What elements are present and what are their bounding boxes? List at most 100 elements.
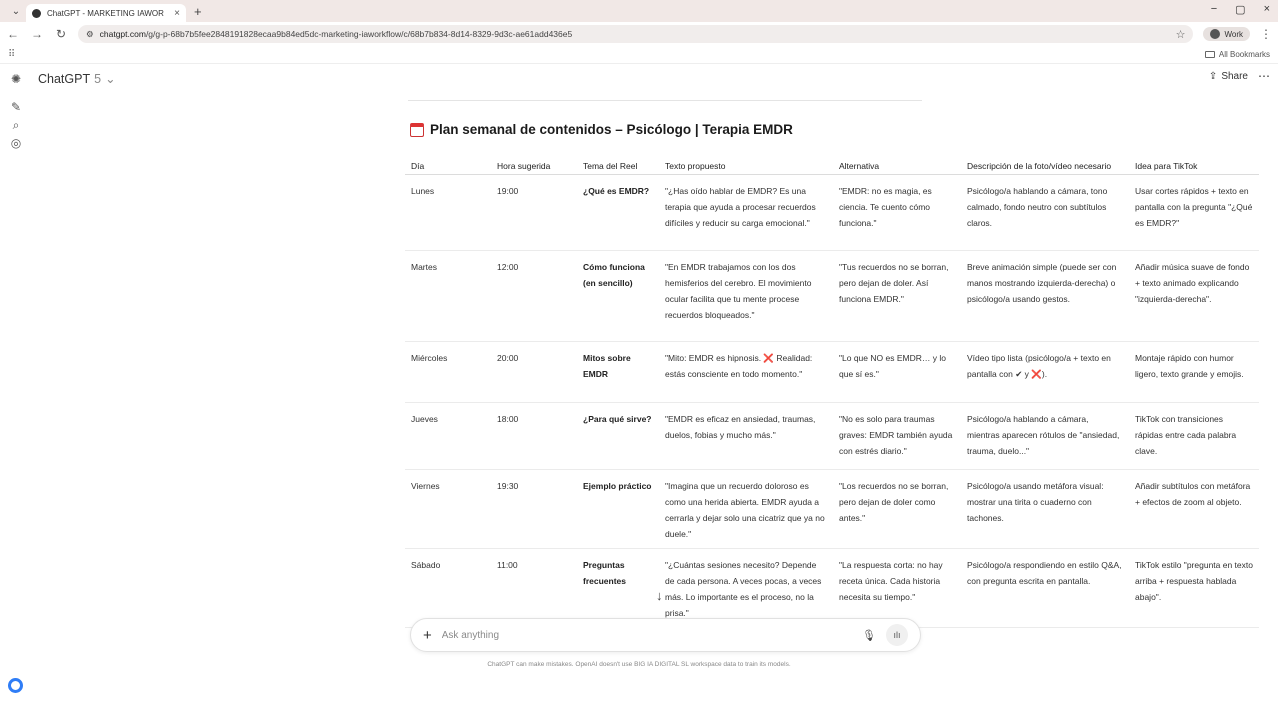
tiktok-cell: TikTok con transiciones rápidas entre ca… [1129,402,1259,470]
model-version: 5 [94,71,102,86]
table-header-row: Día Hora sugerida Tema del Reel Texto pr… [405,148,1259,175]
column-header: Día [405,148,491,175]
day-cell: Miércoles [405,341,491,403]
table-row: Lunes 19:00 ¿Qué es EMDR? "¿Has oído hab… [405,174,1259,251]
all-bookmarks-label: All Bookmarks [1218,50,1270,59]
apps-grid-icon[interactable]: ⠿ [8,49,15,60]
disclaimer: ChatGPT can make mistakes. OpenAI doesn'… [487,661,791,668]
avatar [1210,29,1221,39]
window-controls: − ▢ × [1211,3,1270,16]
alternative-cell: "Lo que NO es EMDR… y lo que sí es." [833,341,961,403]
column-header: Alternativa [833,148,961,175]
scroll-down-arrow-icon[interactable]: ↓ [656,588,663,603]
text-cell: "¿Cuántas sesiones necesito? Depende de … [659,548,833,628]
tiktok-cell: Añadir subtítulos con metáfora + efectos… [1129,469,1259,549]
day-cell: Viernes [405,469,491,549]
day-cell: Jueves [405,402,491,470]
share-icon: ⇪ [1208,71,1218,82]
prompt-input[interactable] [441,629,853,641]
minimize-button[interactable]: − [1211,3,1217,16]
column-header: Hora sugerida [491,148,577,175]
new-tab-button[interactable]: + [194,4,202,19]
topic-cell: Ejemplo práctico [577,469,659,549]
description-cell: Psicólogo/a hablando a cámara, mientras … [961,402,1129,470]
profile-button[interactable]: Work [1203,27,1250,41]
plan-title: Plan semanal de contenidos – Psicólogo |… [430,122,793,137]
more-options-icon[interactable]: ⋯ [1258,69,1270,83]
bookmark-star-icon[interactable]: ☆ [1176,28,1186,41]
text-cell: "En EMDR trabajamos con los dos hemisfer… [659,250,833,342]
alternative-cell: "Tus recuerdos no se borran, pero dejan … [833,250,961,342]
new-chat-icon[interactable]: ✎ [9,100,23,114]
text-cell: "EMDR es eficaz en ansiedad, traumas, du… [659,402,833,470]
openai-logo-icon[interactable]: ✺ [9,72,23,86]
chatgpt-app: ✺ ✎ ⌕ ◎ ChatGPT 5 ⌄ ⇪ Share ⋯ Plan seman… [0,64,1278,701]
description-cell: Psicólogo/a usando metáfora visual: most… [961,469,1129,549]
topic-cell: ¿Qué es EMDR? [577,174,659,251]
address-bar[interactable]: ⚙ chatgpt.com/g/g-p-68b7b5fee2848191828e… [78,25,1194,43]
folder-icon [1204,51,1215,58]
text-cell: "Mito: EMDR es hipnosis. ❌ Realidad: est… [659,341,833,403]
back-arrow-icon[interactable]: ← [6,27,20,41]
divider [408,100,922,101]
composer: + 🎙 ılı [410,618,921,652]
share-label: Share [1221,71,1248,82]
all-bookmarks-button[interactable]: All Bookmarks [1204,50,1270,59]
day-cell: Lunes [405,174,491,251]
model-selector[interactable]: ChatGPT 5 ⌄ [38,71,116,87]
time-cell: 19:30 [491,469,577,549]
forward-arrow-icon[interactable]: → [30,27,44,41]
topic-cell: Cómo funciona (en sencillo) [577,250,659,342]
site-info-icon[interactable]: ⚙ [86,29,94,40]
chevron-down-icon: ⌄ [105,72,116,86]
calendar-icon [410,122,424,137]
time-cell: 18:00 [491,402,577,470]
browser-menu-icon[interactable]: ⋮ [1260,27,1272,41]
active-tab[interactable]: ChatGPT - MARKETING IAWOR × [26,4,186,22]
voice-mode-icon[interactable]: ılı [886,624,908,646]
tiktok-cell: Montaje rápido con humor ligero, texto g… [1129,341,1259,403]
library-icon[interactable]: ◎ [9,136,23,150]
day-cell: Martes [405,250,491,342]
time-cell: 12:00 [491,250,577,342]
alternative-cell: "No es solo para traumas graves: EMDR ta… [833,402,961,470]
alternative-cell: "La respuesta corta: no hay receta única… [833,548,961,628]
content-plan-table: Día Hora sugerida Tema del Reel Texto pr… [405,148,1259,628]
profile-avatar-icon[interactable] [8,678,23,693]
text-cell: "¿Has oído hablar de EMDR? Es una terapi… [659,174,833,251]
time-cell: 20:00 [491,341,577,403]
search-icon[interactable]: ⌕ [9,118,23,132]
column-header: Texto propuesto [659,148,833,175]
topic-cell: Mitos sobre EMDR [577,341,659,403]
table-row: Jueves 18:00 ¿Para qué sirve? "EMDR es e… [405,402,1259,470]
description-cell: Vídeo tipo lista (psicólogo/a + texto en… [961,341,1129,403]
alternative-cell: "EMDR: no es magia, es ciencia. Te cuent… [833,174,961,251]
plus-icon[interactable]: + [423,627,432,644]
profile-label: Work [1224,29,1243,39]
close-window-button[interactable]: × [1264,3,1270,16]
maximize-button[interactable]: ▢ [1235,3,1245,16]
share-button[interactable]: ⇪ Share [1209,71,1248,82]
tiktok-cell: Usar cortes rápidos + texto en pantalla … [1129,174,1259,251]
table-row: Miércoles 20:00 Mitos sobre EMDR "Mito: … [405,341,1259,403]
url-path: /g/g-p-68b7b5fee2848191828ecaa9b84ed5dc-… [145,29,573,39]
time-cell: 11:00 [491,548,577,628]
tiktok-cell: TikTok estilo "pregunta en texto arriba … [1129,548,1259,628]
description-cell: Psicólogo/a hablando a cámara, tono calm… [961,174,1129,251]
chatgpt-favicon-icon [32,8,41,18]
tab-close-icon[interactable]: × [174,8,180,19]
day-cell: Sábado [405,548,491,628]
alternative-cell: "Los recuerdos no se borran, pero dejan … [833,469,961,549]
topic-cell: Preguntas frecuentes [577,548,659,628]
tab-search-icon[interactable]: ⌄ [6,6,26,17]
topic-cell: ¿Para qué sirve? [577,402,659,470]
model-name: ChatGPT [38,71,91,86]
browser-toolbar: ← → ↻ ⚙ chatgpt.com/g/g-p-68b7b5fee28481… [0,22,1278,46]
column-header: Descripción de la foto/vídeo necesario [961,148,1129,175]
table-row: Viernes 19:30 Ejemplo práctico "Imagina … [405,469,1259,549]
reload-icon[interactable]: ↻ [54,27,68,41]
description-cell: Psicólogo/a respondiendo en estilo Q&A, … [961,548,1129,628]
plan-heading: Plan semanal de contenidos – Psicólogo |… [410,122,793,137]
microphone-icon[interactable]: 🎙 [862,629,876,642]
column-header: Tema del Reel [577,148,659,175]
